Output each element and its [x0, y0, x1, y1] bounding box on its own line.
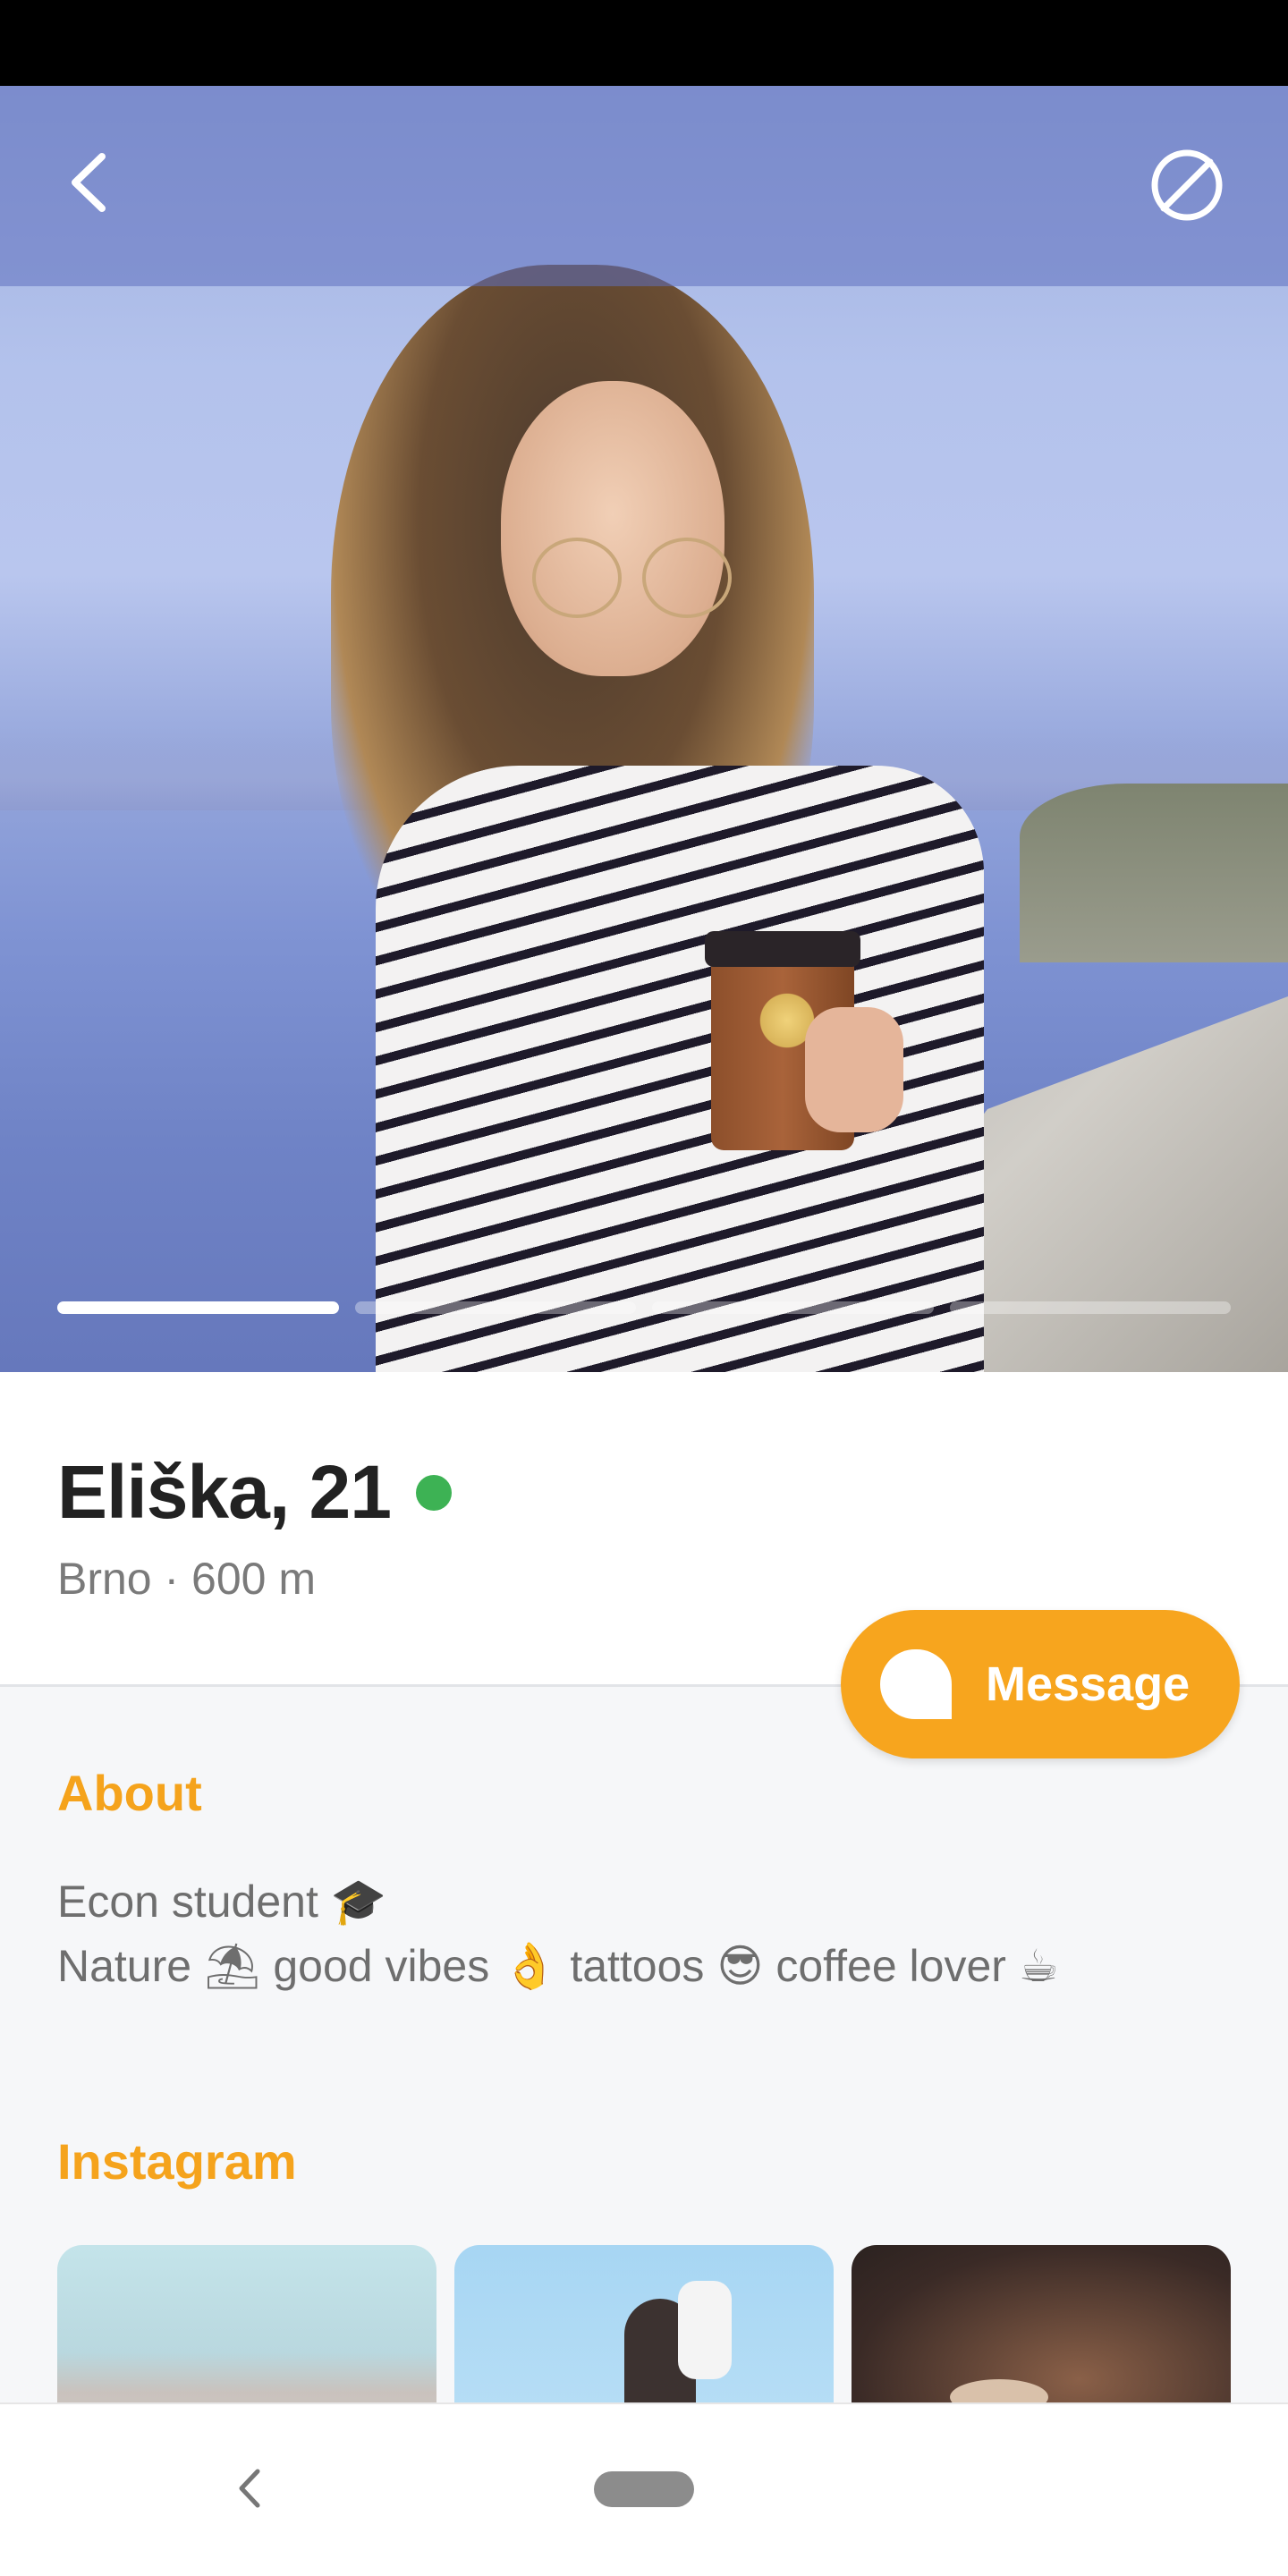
online-status-icon — [415, 1474, 452, 1511]
photo-rock — [1020, 784, 1288, 962]
about-line-2: Nature ⛱ good vibes 👌 tattoos 😎 coffee l… — [57, 1934, 1059, 1998]
about-tag: coffee lover — [775, 1941, 1006, 1991]
home-pill-icon[interactable] — [594, 2471, 694, 2507]
about-tag: tattoos — [570, 1941, 705, 1991]
nav-back-icon — [239, 2469, 260, 2508]
about-title: About — [57, 1765, 202, 1821]
beach-umbrella-icon: ⛱ — [203, 1941, 261, 1991]
block-button[interactable] — [1148, 147, 1225, 224]
photo-glasses — [532, 538, 622, 618]
back-button[interactable] — [54, 147, 125, 218]
status-bar — [0, 0, 1288, 86]
photo-progress-segment — [949, 1301, 1231, 1314]
photo-progress-segment — [354, 1301, 636, 1314]
graduation-cap-icon: 🎓 — [330, 1877, 387, 1927]
about-line-1-text: Econ student — [57, 1877, 318, 1927]
chevron-left-icon — [72, 153, 106, 212]
photo-header — [0, 86, 1288, 286]
name-row: Eliška, 21 — [57, 1449, 452, 1536]
photo-progress-segment — [652, 1301, 934, 1314]
about-tag: good vibes — [273, 1941, 490, 1991]
block-icon — [1151, 149, 1223, 221]
photo-cloth — [678, 2281, 732, 2379]
photo-face — [501, 381, 724, 676]
coffee-icon: ☕ — [1018, 1941, 1059, 1991]
profile-location: Brno · 600 m — [57, 1554, 317, 1604]
photo-glasses — [642, 538, 732, 618]
photo-progress-segment — [57, 1301, 339, 1314]
profile-name: Eliška, 21 — [57, 1450, 392, 1534]
about-text: Econ student 🎓 Nature ⛱ good vibes 👌 tat… — [57, 1869, 1059, 1998]
nav-back-button[interactable] — [225, 2463, 275, 2513]
instagram-title: Instagram — [57, 2133, 297, 2190]
about-line-1: Econ student 🎓 — [57, 1869, 1059, 1934]
ok-hand-icon: 👌 — [502, 1941, 558, 1991]
sunglasses-face-icon: 😎 — [716, 1941, 764, 1991]
message-button-label: Message — [986, 1657, 1191, 1711]
photo-hand — [805, 1007, 903, 1132]
about-tag: Nature — [57, 1941, 192, 1991]
chat-bubble-icon — [880, 1649, 952, 1719]
photo-coffee-cup-lid — [705, 931, 860, 967]
message-button[interactable]: Message — [841, 1610, 1240, 1758]
